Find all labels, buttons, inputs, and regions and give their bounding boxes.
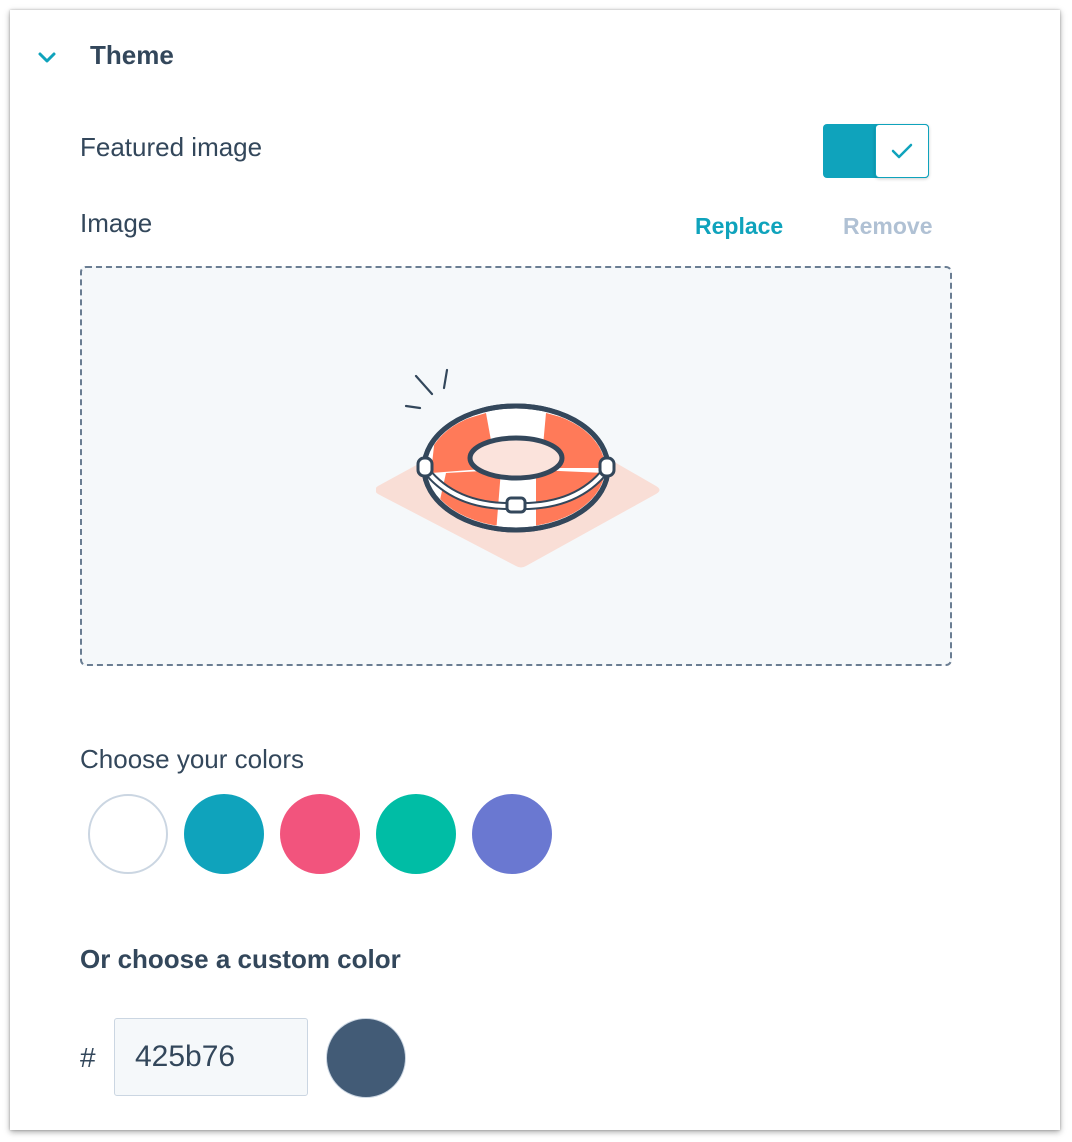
section-title[interactable]: Theme <box>90 40 174 71</box>
checkmark-icon <box>891 143 913 159</box>
toggle-knob <box>875 124 929 178</box>
replace-link[interactable]: Replace <box>695 213 783 240</box>
choose-colors-label: Choose your colors <box>80 744 304 774</box>
featured-image-label: Featured image <box>80 132 263 162</box>
color-swatch[interactable] <box>184 794 264 874</box>
featured-image-toggle[interactable] <box>823 124 929 178</box>
image-label: Image <box>80 208 153 238</box>
theme-panel: Theme Featured image Image Replace Remov… <box>10 10 1060 1130</box>
color-swatch[interactable] <box>88 794 168 874</box>
hex-color-input[interactable] <box>114 1018 308 1096</box>
chevron-down-icon[interactable] <box>36 47 58 69</box>
color-swatch[interactable] <box>472 794 552 874</box>
custom-color-preview <box>326 1018 406 1098</box>
color-swatch[interactable] <box>376 794 456 874</box>
remove-link[interactable]: Remove <box>843 213 932 240</box>
lifebuoy-illustration <box>376 368 660 568</box>
image-dropzone[interactable] <box>80 266 952 666</box>
hash-symbol: # <box>80 1042 96 1073</box>
color-swatch[interactable] <box>280 794 360 874</box>
custom-color-label: Or choose a custom color <box>80 944 401 974</box>
